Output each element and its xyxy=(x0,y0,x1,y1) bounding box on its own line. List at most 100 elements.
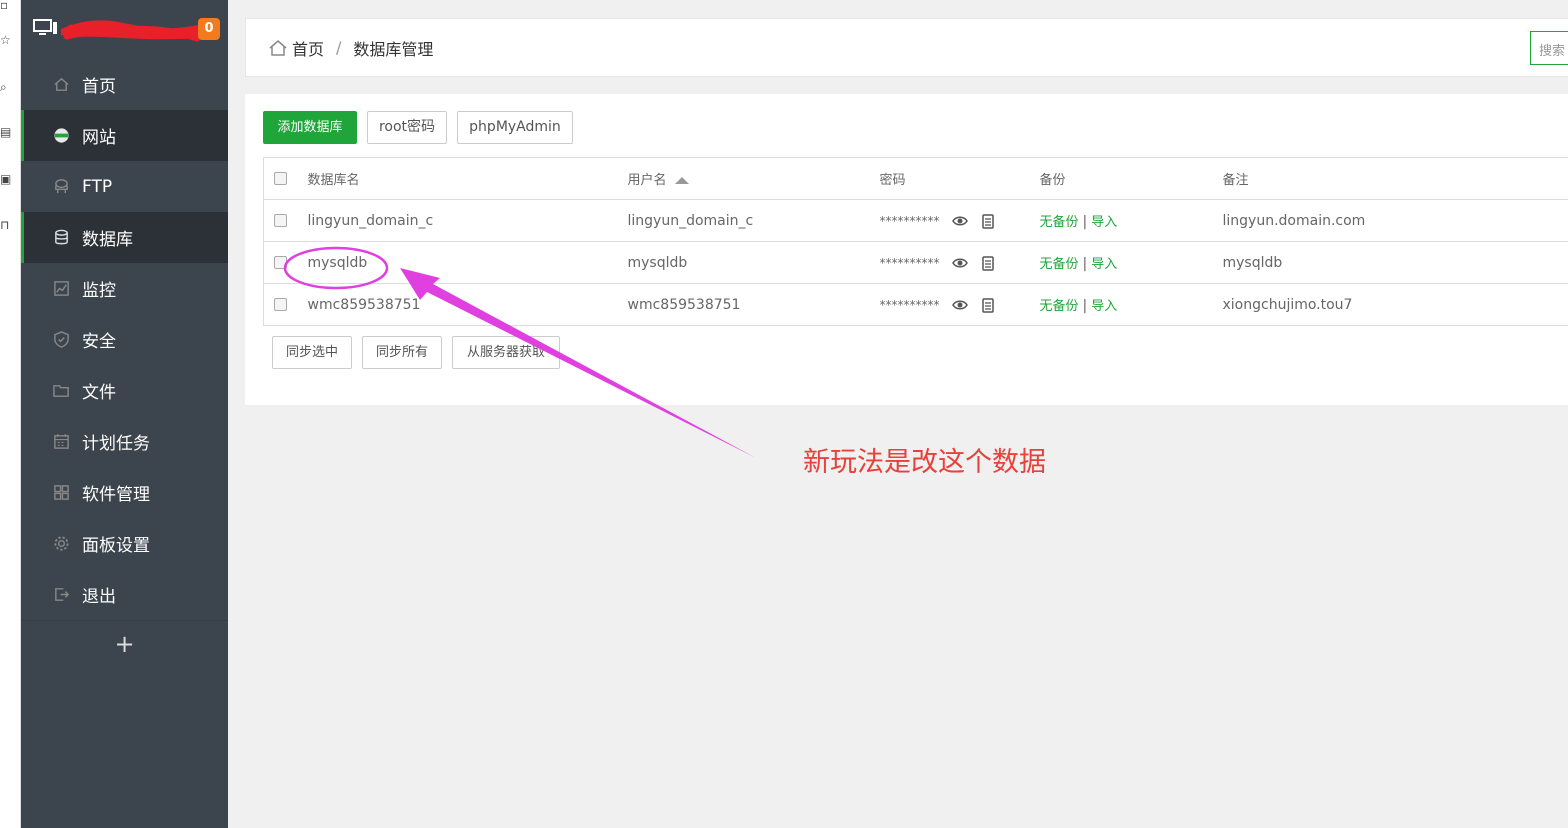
no-backup-link[interactable]: 无备份 xyxy=(1040,299,1079,314)
sidebar-item-website[interactable]: 网站 xyxy=(21,110,228,161)
sync-all-button[interactable]: 同步所有 xyxy=(362,336,442,369)
table-row: lingyun_domain_c lingyun_domain_c ******… xyxy=(263,199,1568,242)
copy-icon[interactable] xyxy=(980,255,996,271)
database-table: 数据库名 用户名 密码 备份 备注 lingyun_domain_c lingy… xyxy=(263,157,1568,326)
copy-icon[interactable] xyxy=(980,297,996,313)
sidebar-item-label: 文件 xyxy=(82,383,116,403)
apps-grid-icon xyxy=(52,484,70,502)
add-shortcut-button[interactable]: + xyxy=(21,620,228,666)
remark-cell[interactable]: mysqldb xyxy=(1222,241,1568,284)
annotation-text: 新玩法是改这个数据 xyxy=(803,447,1046,478)
sidebar-item-monitor[interactable]: 监控 xyxy=(21,263,228,314)
no-backup-link[interactable]: 无备份 xyxy=(1040,215,1079,230)
sidebar-item-software[interactable]: 软件管理 xyxy=(21,467,228,518)
sidebar-item-cron[interactable]: 计划任务 xyxy=(21,416,228,467)
row-checkbox[interactable] xyxy=(274,298,287,311)
sync-selected-button[interactable]: 同步选中 xyxy=(272,336,352,369)
header-db-name[interactable]: 数据库名 xyxy=(307,157,628,200)
eye-icon[interactable] xyxy=(952,255,968,271)
sidebar-item-label: 首页 xyxy=(82,77,116,97)
sidebar: 0 首页 网站 FTP 数据库 监控 安全 文件 计划任务 软件管理 面板设置 … xyxy=(21,0,228,828)
sidebar-item-security[interactable]: 安全 xyxy=(21,314,228,365)
sidebar-item-files[interactable]: 文件 xyxy=(21,365,228,416)
header-password: 密码 xyxy=(879,157,1040,200)
backup-cell: 无备份 | 导入 xyxy=(1039,283,1223,326)
header-remark: 备注 xyxy=(1222,157,1568,200)
import-link[interactable]: 导入 xyxy=(1091,215,1117,230)
search-input[interactable]: 搜索 xyxy=(1530,31,1568,65)
fetch-from-server-button[interactable]: 从服务器获取 xyxy=(452,336,560,369)
import-link[interactable]: 导入 xyxy=(1091,257,1117,272)
remark-cell[interactable]: xiongchujimo.tou7 xyxy=(1222,283,1568,326)
calendar-icon xyxy=(52,433,70,451)
import-link[interactable]: 导入 xyxy=(1091,299,1117,314)
sidebar-item-logout[interactable]: 退出 xyxy=(21,569,228,620)
home-icon xyxy=(52,76,70,94)
backup-cell: 无备份 | 导入 xyxy=(1039,199,1223,242)
search-icon[interactable]: ⌕ xyxy=(0,80,12,94)
cart-icon[interactable]: ⊓ xyxy=(0,218,12,232)
globe-icon xyxy=(52,127,70,145)
backup-cell: 无备份 | 导入 xyxy=(1039,241,1223,284)
row-checkbox[interactable] xyxy=(274,256,287,269)
username-cell: mysqldb xyxy=(627,241,880,284)
window-icon[interactable]: ▫ xyxy=(0,0,12,12)
star-icon[interactable]: ☆ xyxy=(0,33,12,47)
shield-icon xyxy=(52,331,70,349)
header-username[interactable]: 用户名 xyxy=(627,157,880,200)
breadcrumb: 首页 / 数据库管理 搜索 xyxy=(245,18,1568,77)
root-password-button[interactable]: root密码 xyxy=(367,111,447,144)
live-icon[interactable]: ▣ xyxy=(0,172,12,186)
sidebar-item-label: FTP xyxy=(82,176,113,197)
eye-icon[interactable] xyxy=(952,213,968,229)
notification-badge[interactable]: 0 xyxy=(198,18,220,40)
password-masked: ********** xyxy=(879,297,940,312)
sidebar-item-settings[interactable]: 面板设置 xyxy=(21,518,228,569)
sidebar-item-label: 退出 xyxy=(82,587,116,607)
sidebar-item-home[interactable]: 首页 xyxy=(21,59,228,110)
database-icon xyxy=(52,229,70,247)
remark-cell[interactable]: lingyun.domain.com xyxy=(1222,199,1568,242)
eye-icon[interactable] xyxy=(952,297,968,313)
db-name-cell[interactable]: lingyun_domain_c xyxy=(307,199,628,242)
redaction-scribble xyxy=(61,20,209,42)
db-name-cell[interactable]: mysqldb xyxy=(307,241,628,284)
sidebar-item-ftp[interactable]: FTP xyxy=(21,161,228,212)
breadcrumb-home-link[interactable]: 首页 xyxy=(292,36,324,60)
table-row: wmc859538751 wmc859538751 ********** 无备份… xyxy=(263,283,1568,326)
table-header-row: 数据库名 用户名 密码 备份 备注 xyxy=(263,157,1568,200)
browser-side-toolbar: ▫ ☆ ⌕ ▤ ▣ ⊓ xyxy=(0,0,21,828)
ftp-server-icon xyxy=(52,178,70,196)
sidebar-item-label: 网站 xyxy=(82,128,116,148)
sidebar-item-label: 软件管理 xyxy=(82,485,150,505)
monitor-icon xyxy=(33,19,57,35)
sidebar-item-label: 安全 xyxy=(82,332,116,352)
sidebar-menu: 首页 网站 FTP 数据库 监控 安全 文件 计划任务 软件管理 面板设置 退出 xyxy=(21,59,228,620)
username-cell: wmc859538751 xyxy=(627,283,880,326)
database-panel: 添加数据库 root密码 phpMyAdmin 数据库名 用户名 密码 备份 备… xyxy=(245,94,1568,405)
select-all-checkbox[interactable] xyxy=(274,172,287,185)
sidebar-item-database[interactable]: 数据库 xyxy=(21,212,228,263)
password-cell: ********** xyxy=(879,241,1040,284)
breadcrumb-current: 数据库管理 xyxy=(353,39,434,59)
password-cell: ********** xyxy=(879,283,1040,326)
row-checkbox[interactable] xyxy=(274,214,287,227)
header-username-label: 用户名 xyxy=(627,173,667,188)
note-icon[interactable]: ▤ xyxy=(0,125,12,139)
copy-icon[interactable] xyxy=(980,213,996,229)
table-row: mysqldb mysqldb ********** 无备份 | 导入 mysqld… xyxy=(263,241,1568,284)
db-name-cell[interactable]: wmc859538751 xyxy=(307,283,628,326)
add-database-button[interactable]: 添加数据库 xyxy=(263,111,357,144)
gear-icon xyxy=(52,535,70,553)
no-backup-link[interactable]: 无备份 xyxy=(1040,257,1079,272)
password-cell: ********** xyxy=(879,199,1040,242)
password-masked: ********** xyxy=(879,255,940,270)
sidebar-item-label: 计划任务 xyxy=(82,434,150,454)
sidebar-item-label: 数据库 xyxy=(82,230,133,250)
folder-icon xyxy=(52,382,70,400)
header-backup: 备份 xyxy=(1039,157,1223,200)
sidebar-item-label: 监控 xyxy=(82,281,116,301)
phpmyadmin-button[interactable]: phpMyAdmin xyxy=(457,111,573,144)
username-cell: lingyun_domain_c xyxy=(627,199,880,242)
monitor-chart-icon xyxy=(52,280,70,298)
